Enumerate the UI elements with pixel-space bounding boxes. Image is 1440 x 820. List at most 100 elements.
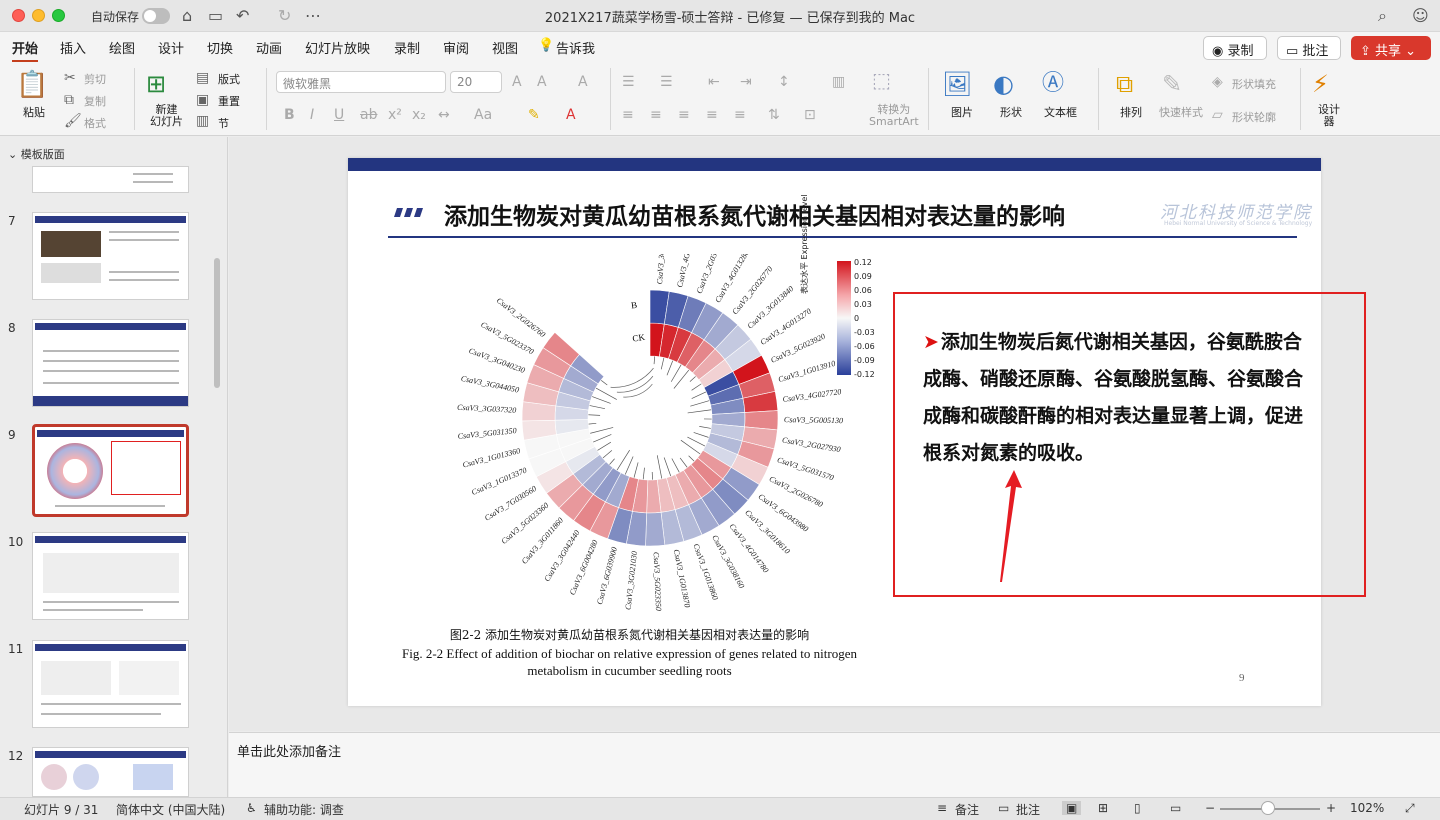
copy-button[interactable]: 复制 <box>84 93 106 109</box>
circular-heatmap[interactable]: CsaV3_3G026180 CsaV3_4G028560CsaV3_2G0303… <box>410 254 890 614</box>
notes-toggle[interactable]: 备注 <box>955 801 979 818</box>
align-center-icon[interactable]: ≡ <box>650 107 662 123</box>
numbering-icon[interactable]: ☰ <box>660 74 673 90</box>
copy-icon[interactable]: ⧉ <box>64 92 74 108</box>
font-size-select[interactable]: 20 <box>450 71 502 93</box>
shape-outline-icon[interactable]: ▱ <box>1212 107 1223 123</box>
tab-insert[interactable]: 插入 <box>60 38 86 57</box>
arrange-button[interactable]: 排列 <box>1120 104 1142 120</box>
convert-smartart-button[interactable]: 转换为 SmartArt <box>869 104 919 128</box>
tab-transitions[interactable]: 切换 <box>207 38 233 57</box>
change-case-icon[interactable]: Aa <box>474 107 492 123</box>
character-spacing-icon[interactable]: ↔ <box>438 107 450 123</box>
align-text-icon[interactable]: ⊡ <box>804 107 816 123</box>
shape-outline-button[interactable]: 形状轮廓 <box>1232 109 1276 125</box>
clear-format-icon[interactable]: A <box>578 74 588 90</box>
zoom-out-icon[interactable]: − <box>1205 801 1215 815</box>
slide-thumbnail-7[interactable] <box>32 212 189 300</box>
tab-design[interactable]: 设计 <box>158 38 184 57</box>
zoom-level[interactable]: 102% <box>1350 801 1384 815</box>
tab-animations[interactable]: 动画 <box>256 38 282 57</box>
underline-icon[interactable]: U <box>334 107 344 123</box>
slide-thumbnail-10[interactable] <box>32 532 189 620</box>
comments-toggle[interactable]: 批注 <box>1016 801 1040 818</box>
textbox-button[interactable]: 文本框 <box>1044 104 1077 120</box>
tab-home[interactable]: 开始 <box>12 38 39 63</box>
slide-thumbnail-11[interactable] <box>32 640 189 728</box>
subscript-icon[interactable]: x₂ <box>412 107 426 123</box>
callout-box[interactable]: ➤ 添加生物炭后氮代谢相关基因，谷氨酰胺合成酶、硝酸还原酶、谷氨酸脱氢酶、谷氨酸合… <box>893 292 1366 597</box>
text-direction-icon[interactable]: ⇅ <box>768 107 780 123</box>
layout-icon[interactable]: ▤ <box>196 70 209 86</box>
notes-placeholder[interactable]: 单击此处添加备注 <box>237 741 341 760</box>
language-indicator[interactable]: 简体中文 (中国大陆) <box>116 801 225 818</box>
slideshow-icon[interactable]: ▭ <box>1170 801 1181 815</box>
line-spacing-icon[interactable]: ↕ <box>778 74 790 90</box>
textbox-icon[interactable]: Ⓐ <box>1042 70 1064 98</box>
designer-icon[interactable]: ⚡ <box>1312 70 1329 98</box>
bold-icon[interactable]: B <box>284 107 295 123</box>
comments-button[interactable]: ▭ 批注 <box>1277 36 1341 60</box>
accessibility-status[interactable]: 辅助功能: 调查 <box>264 801 344 818</box>
picture-button[interactable]: 图片 <box>951 104 973 120</box>
callout-text[interactable]: ➤ 添加生物炭后氮代谢相关基因，谷氨酰胺合成酶、硝酸还原酶、谷氨酸脱氢酶、谷氨酸合… <box>923 324 1303 472</box>
reset-icon[interactable]: ▣ <box>196 92 209 108</box>
format-painter-icon[interactable]: 🖌 <box>64 113 82 129</box>
designer-button[interactable]: 设计 器 <box>1318 104 1340 128</box>
figure-caption-english[interactable]: Fig. 2-2 Effect of addition of biochar o… <box>388 645 871 679</box>
minimize-window-button[interactable] <box>32 9 45 22</box>
section-button[interactable]: 节 <box>218 115 229 131</box>
highlight-icon[interactable]: ✎ <box>528 107 540 123</box>
zoom-window-button[interactable] <box>52 9 65 22</box>
new-slide-icon[interactable]: ⊞ <box>146 70 166 98</box>
align-right-icon[interactable]: ≡ <box>678 107 690 123</box>
shape-fill-icon[interactable]: ◈ <box>1212 74 1223 90</box>
font-name-select[interactable]: 微软雅黑 <box>276 71 446 93</box>
redo-icon[interactable]: ↻ <box>278 6 291 26</box>
tab-record[interactable]: 录制 <box>394 38 420 57</box>
home-icon[interactable]: ⌂ <box>182 6 192 26</box>
share-button[interactable]: ⇪ 共享 ⌄ <box>1351 36 1431 60</box>
grow-font-icon[interactable]: A <box>512 74 522 90</box>
reading-view-icon[interactable]: ▯ <box>1134 801 1141 815</box>
account-icon[interactable]: ☺ <box>1412 6 1429 26</box>
increase-indent-icon[interactable]: ⇥ <box>740 74 752 90</box>
justify-icon[interactable]: ≡ <box>706 107 718 123</box>
undo-icon[interactable]: ↶ <box>236 6 249 26</box>
picture-icon[interactable]: 🖼 <box>942 70 972 98</box>
record-button[interactable]: ◉ 录制 <box>1203 36 1267 60</box>
tab-slideshow[interactable]: 幻灯片放映 <box>305 38 370 57</box>
columns-icon[interactable]: ▥ <box>832 74 845 90</box>
shapes-icon[interactable]: ◐ <box>993 70 1014 98</box>
arrange-icon[interactable]: ⧉ <box>1116 70 1133 98</box>
close-window-button[interactable] <box>12 9 25 22</box>
slide-thumbnail-12[interactable] <box>32 747 189 797</box>
format-painter-button[interactable]: 格式 <box>84 115 106 131</box>
zoom-slider-knob[interactable] <box>1261 801 1275 815</box>
zoom-in-icon[interactable]: + <box>1326 801 1336 815</box>
slide-thumbnail-8[interactable] <box>32 319 189 407</box>
cut-button[interactable]: 剪切 <box>84 71 106 87</box>
slide-title[interactable]: 添加生物炭对黄瓜幼苗根系氮代谢相关基因相对表达量的影响 <box>444 197 1065 231</box>
tab-review[interactable]: 审阅 <box>443 38 469 57</box>
thumbnail-scrollbar[interactable] <box>214 258 220 388</box>
quick-styles-icon[interactable]: ✎ <box>1162 70 1182 98</box>
clipboard-icon[interactable]: 📋 <box>16 70 48 100</box>
font-color-icon[interactable]: A <box>566 107 576 123</box>
shape-button[interactable]: 形状 <box>1000 104 1022 120</box>
reset-button[interactable]: 重置 <box>218 93 240 109</box>
new-slide-button[interactable]: 新建 幻灯片 <box>150 104 183 128</box>
notes-pane[interactable]: 单击此处添加备注 <box>229 732 1440 797</box>
shape-fill-button[interactable]: 形状填充 <box>1232 76 1276 92</box>
tab-tell-me[interactable]: 告诉我 <box>556 38 595 57</box>
slide-thumbnail-9[interactable] <box>32 424 189 517</box>
slide-sorter-icon[interactable]: ⊞ <box>1098 801 1108 815</box>
slide[interactable]: 添加生物炭对黄瓜幼苗根系氮代谢相关基因相对表达量的影响 河北科技师范学院 Heb… <box>348 158 1366 706</box>
fit-to-window-icon[interactable]: ⤢ <box>1405 801 1415 816</box>
decrease-indent-icon[interactable]: ⇤ <box>708 74 720 90</box>
more-icon[interactable]: ⋯ <box>305 6 321 26</box>
shrink-font-icon[interactable]: A <box>537 74 547 90</box>
save-icon[interactable]: ▭ <box>208 6 223 26</box>
section-icon[interactable]: ▥ <box>196 113 209 129</box>
tab-draw[interactable]: 绘图 <box>109 38 135 57</box>
